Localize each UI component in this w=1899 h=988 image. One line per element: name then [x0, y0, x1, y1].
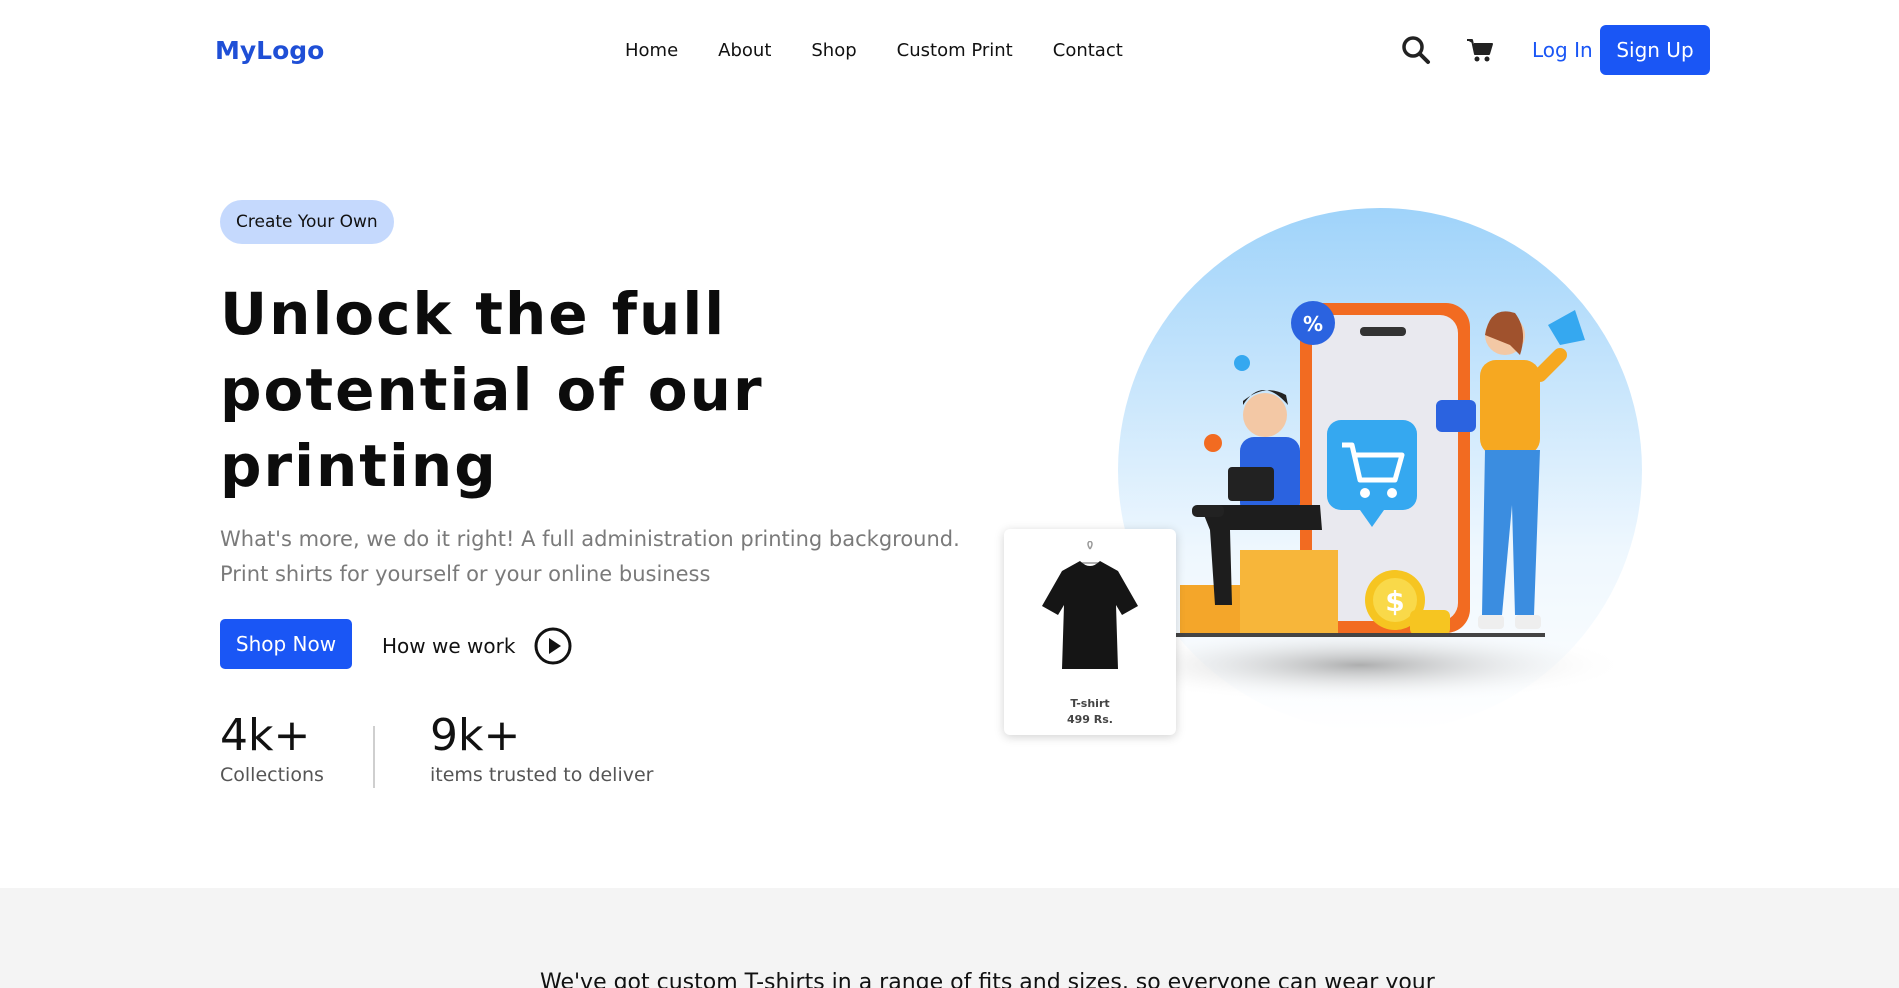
search-icon[interactable]: [1400, 34, 1432, 66]
features-intro-text: We've got custom T-shirts in a range of …: [540, 970, 1435, 988]
nav-item-home[interactable]: Home: [625, 40, 678, 61]
nav-item-custom-print[interactable]: Custom Print: [897, 40, 1013, 61]
product-price: 499 Rs.: [1067, 713, 1113, 726]
svg-text:$: $: [1385, 585, 1404, 618]
svg-text:%: %: [1303, 312, 1323, 336]
nav-item-contact[interactable]: Contact: [1053, 40, 1123, 61]
top-navbar: MyLogo Home About Shop Custom Print Cont…: [0, 0, 1899, 102]
product-card[interactable]: T-shirt 499 Rs.: [1004, 529, 1176, 735]
hero-subtext: What's more, we do it right! A full admi…: [220, 522, 980, 592]
stat-value: 9k+: [430, 710, 521, 761]
stat-value: 4k+: [220, 710, 311, 761]
how-we-work-label: How we work: [382, 634, 516, 658]
stat-collections: 4k+ Collections: [220, 710, 324, 788]
nav-item-about[interactable]: About: [718, 40, 771, 61]
how-we-work-link[interactable]: How we work: [382, 624, 573, 668]
nav-item-shop[interactable]: Shop: [811, 40, 856, 61]
product-name: T-shirt: [1070, 697, 1110, 710]
hero-subtext-line2: Print shirts for yourself or your online…: [220, 562, 711, 586]
signup-button[interactable]: Sign Up: [1600, 25, 1710, 75]
create-your-own-badge: Create Your Own: [220, 200, 394, 244]
features-section: We've got custom T-shirts in a range of …: [0, 888, 1899, 988]
logo[interactable]: MyLogo: [215, 36, 324, 65]
stats-divider: [373, 726, 375, 788]
main-menu: Home About Shop Custom Print Contact: [625, 40, 1123, 61]
stat-label: Collections: [220, 764, 324, 786]
stat-items-delivered: 9k+ items trusted to deliver: [430, 710, 653, 788]
shop-now-button[interactable]: Shop Now: [220, 619, 352, 669]
cart-icon[interactable]: [1464, 34, 1496, 66]
play-icon[interactable]: [533, 626, 573, 666]
login-link[interactable]: Log In: [1532, 38, 1593, 62]
tshirt-image: [1042, 541, 1138, 669]
hero-subtext-line1: What's more, we do it right! A full admi…: [220, 527, 960, 551]
hero-headline: Unlock the full potential of our printin…: [220, 280, 764, 500]
stat-label: items trusted to deliver: [430, 764, 654, 786]
